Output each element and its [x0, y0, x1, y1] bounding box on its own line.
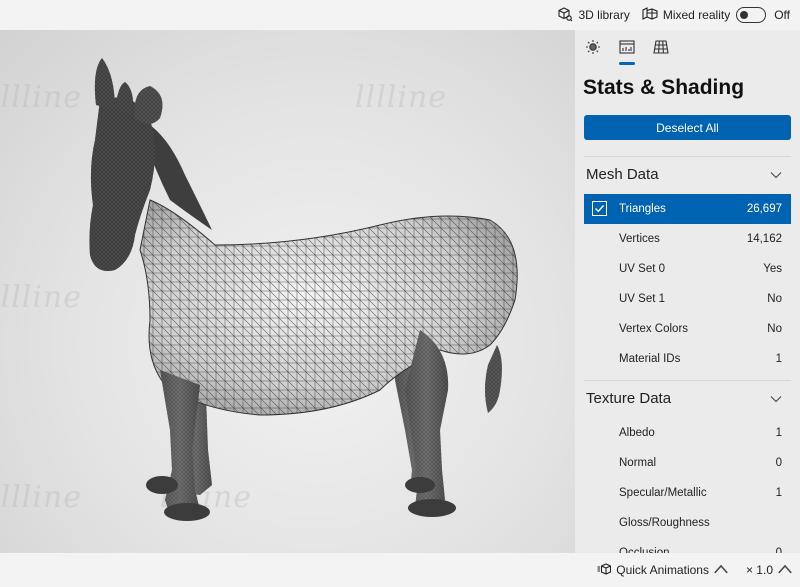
list-item-gloss-roughness[interactable]: Gloss/Roughness	[584, 508, 791, 538]
list-item-uv-set-0[interactable]: UV Set 0 Yes	[584, 254, 791, 284]
panel-tabs	[575, 30, 800, 68]
section-header-mesh-data[interactable]: Mesh Data	[575, 157, 800, 191]
quick-animations-button[interactable]: Quick Animations	[597, 562, 728, 579]
list-item-albedo[interactable]: Albedo 1	[584, 418, 791, 448]
tab-environment-lighting[interactable]	[584, 39, 602, 65]
chevron-down-icon	[770, 390, 782, 407]
row-label: Gloss/Roughness	[619, 517, 710, 529]
list-item-specular-metallic[interactable]: Specular/Metallic 1	[584, 478, 791, 508]
row-value: Yes	[763, 263, 782, 275]
row-label: Vertices	[619, 233, 660, 245]
row-value: 26,697	[746, 203, 782, 215]
mixed-reality-toggle[interactable]	[736, 7, 767, 23]
list-item-occlusion[interactable]: Occlusion 0	[584, 538, 791, 553]
tab-grid-views[interactable]	[652, 39, 670, 65]
chevron-up-icon	[778, 562, 792, 579]
animation-speed-label: × 1.0	[745, 563, 773, 577]
row-label: UV Set 1	[619, 293, 666, 305]
row-value: No	[767, 323, 782, 335]
mixed-reality-state: Off	[774, 8, 790, 22]
row-value: No	[767, 293, 782, 305]
app-window: 3D library Mixed reality Off lllline lll…	[0, 0, 800, 587]
row-label: Vertex Colors	[619, 323, 689, 335]
row-label: UV Set 0	[619, 263, 666, 275]
list-item-triangles[interactable]: Triangles 26,697	[584, 194, 791, 224]
row-value: 0	[775, 457, 782, 469]
mesh-data-list: Triangles 26,697 Vertices 14,162 UV Set …	[575, 194, 800, 374]
tail	[485, 345, 502, 413]
3d-library-button[interactable]: 3D library	[557, 6, 630, 25]
row-value: 1	[775, 427, 782, 439]
row-value: 14,162	[746, 233, 782, 245]
donkey-wireframe-model[interactable]	[0, 30, 575, 553]
stats-icon	[619, 39, 635, 60]
3d-library-label: 3D library	[578, 8, 630, 22]
mixed-reality-button[interactable]: Mixed reality	[642, 6, 730, 25]
animation-speed-button[interactable]: × 1.0	[746, 562, 792, 579]
list-item-uv-set-1[interactable]: UV Set 1 No	[584, 284, 791, 314]
chevron-up-icon	[714, 562, 728, 579]
section-title: Texture Data	[586, 389, 672, 407]
section-title: Mesh Data	[586, 165, 659, 183]
bottom-bar: Quick Animations × 1.0	[0, 553, 800, 587]
section-header-texture-data[interactable]: Texture Data	[575, 381, 800, 415]
row-value: 1	[775, 487, 782, 499]
list-item-normal[interactable]: Normal 0	[584, 448, 791, 478]
stats-shading-panel: Stats & Shading Deselect All Mesh Data T…	[575, 30, 800, 553]
panel-title: Stats & Shading	[583, 76, 745, 99]
texture-data-list: Albedo 1 Normal 0 Specular/Metallic 1 Gl…	[575, 418, 800, 553]
list-item-vertices[interactable]: Vertices 14,162	[584, 224, 791, 254]
list-item-material-ids[interactable]: Material IDs 1	[584, 344, 791, 374]
row-label: Triangles	[619, 203, 666, 215]
3d-library-icon	[557, 6, 573, 25]
tab-stats-shading[interactable]	[618, 39, 636, 65]
deselect-all-button[interactable]: Deselect All	[584, 115, 791, 140]
mixed-reality-icon	[642, 6, 658, 25]
checkbox-checked-icon[interactable]	[592, 201, 607, 216]
toggle-knob	[740, 11, 749, 19]
mixed-reality-label: Mixed reality	[662, 8, 731, 22]
top-bar: 3D library Mixed reality Off	[0, 0, 800, 30]
chevron-down-icon	[770, 166, 782, 183]
sun-icon	[585, 39, 601, 60]
row-value: 1	[775, 353, 782, 365]
3d-viewport[interactable]: lllline lllline lllline lllline lllline …	[0, 30, 575, 553]
row-label: Albedo	[619, 427, 655, 439]
row-label: Material IDs	[619, 353, 681, 365]
row-label: Specular/Metallic	[619, 487, 707, 499]
body	[139, 199, 518, 416]
list-item-vertex-colors[interactable]: Vertex Colors No	[584, 314, 791, 344]
row-label: Normal	[619, 457, 657, 469]
animation-cube-icon	[597, 562, 612, 579]
grid-icon	[653, 39, 669, 60]
quick-animations-label: Quick Animations	[616, 563, 709, 577]
